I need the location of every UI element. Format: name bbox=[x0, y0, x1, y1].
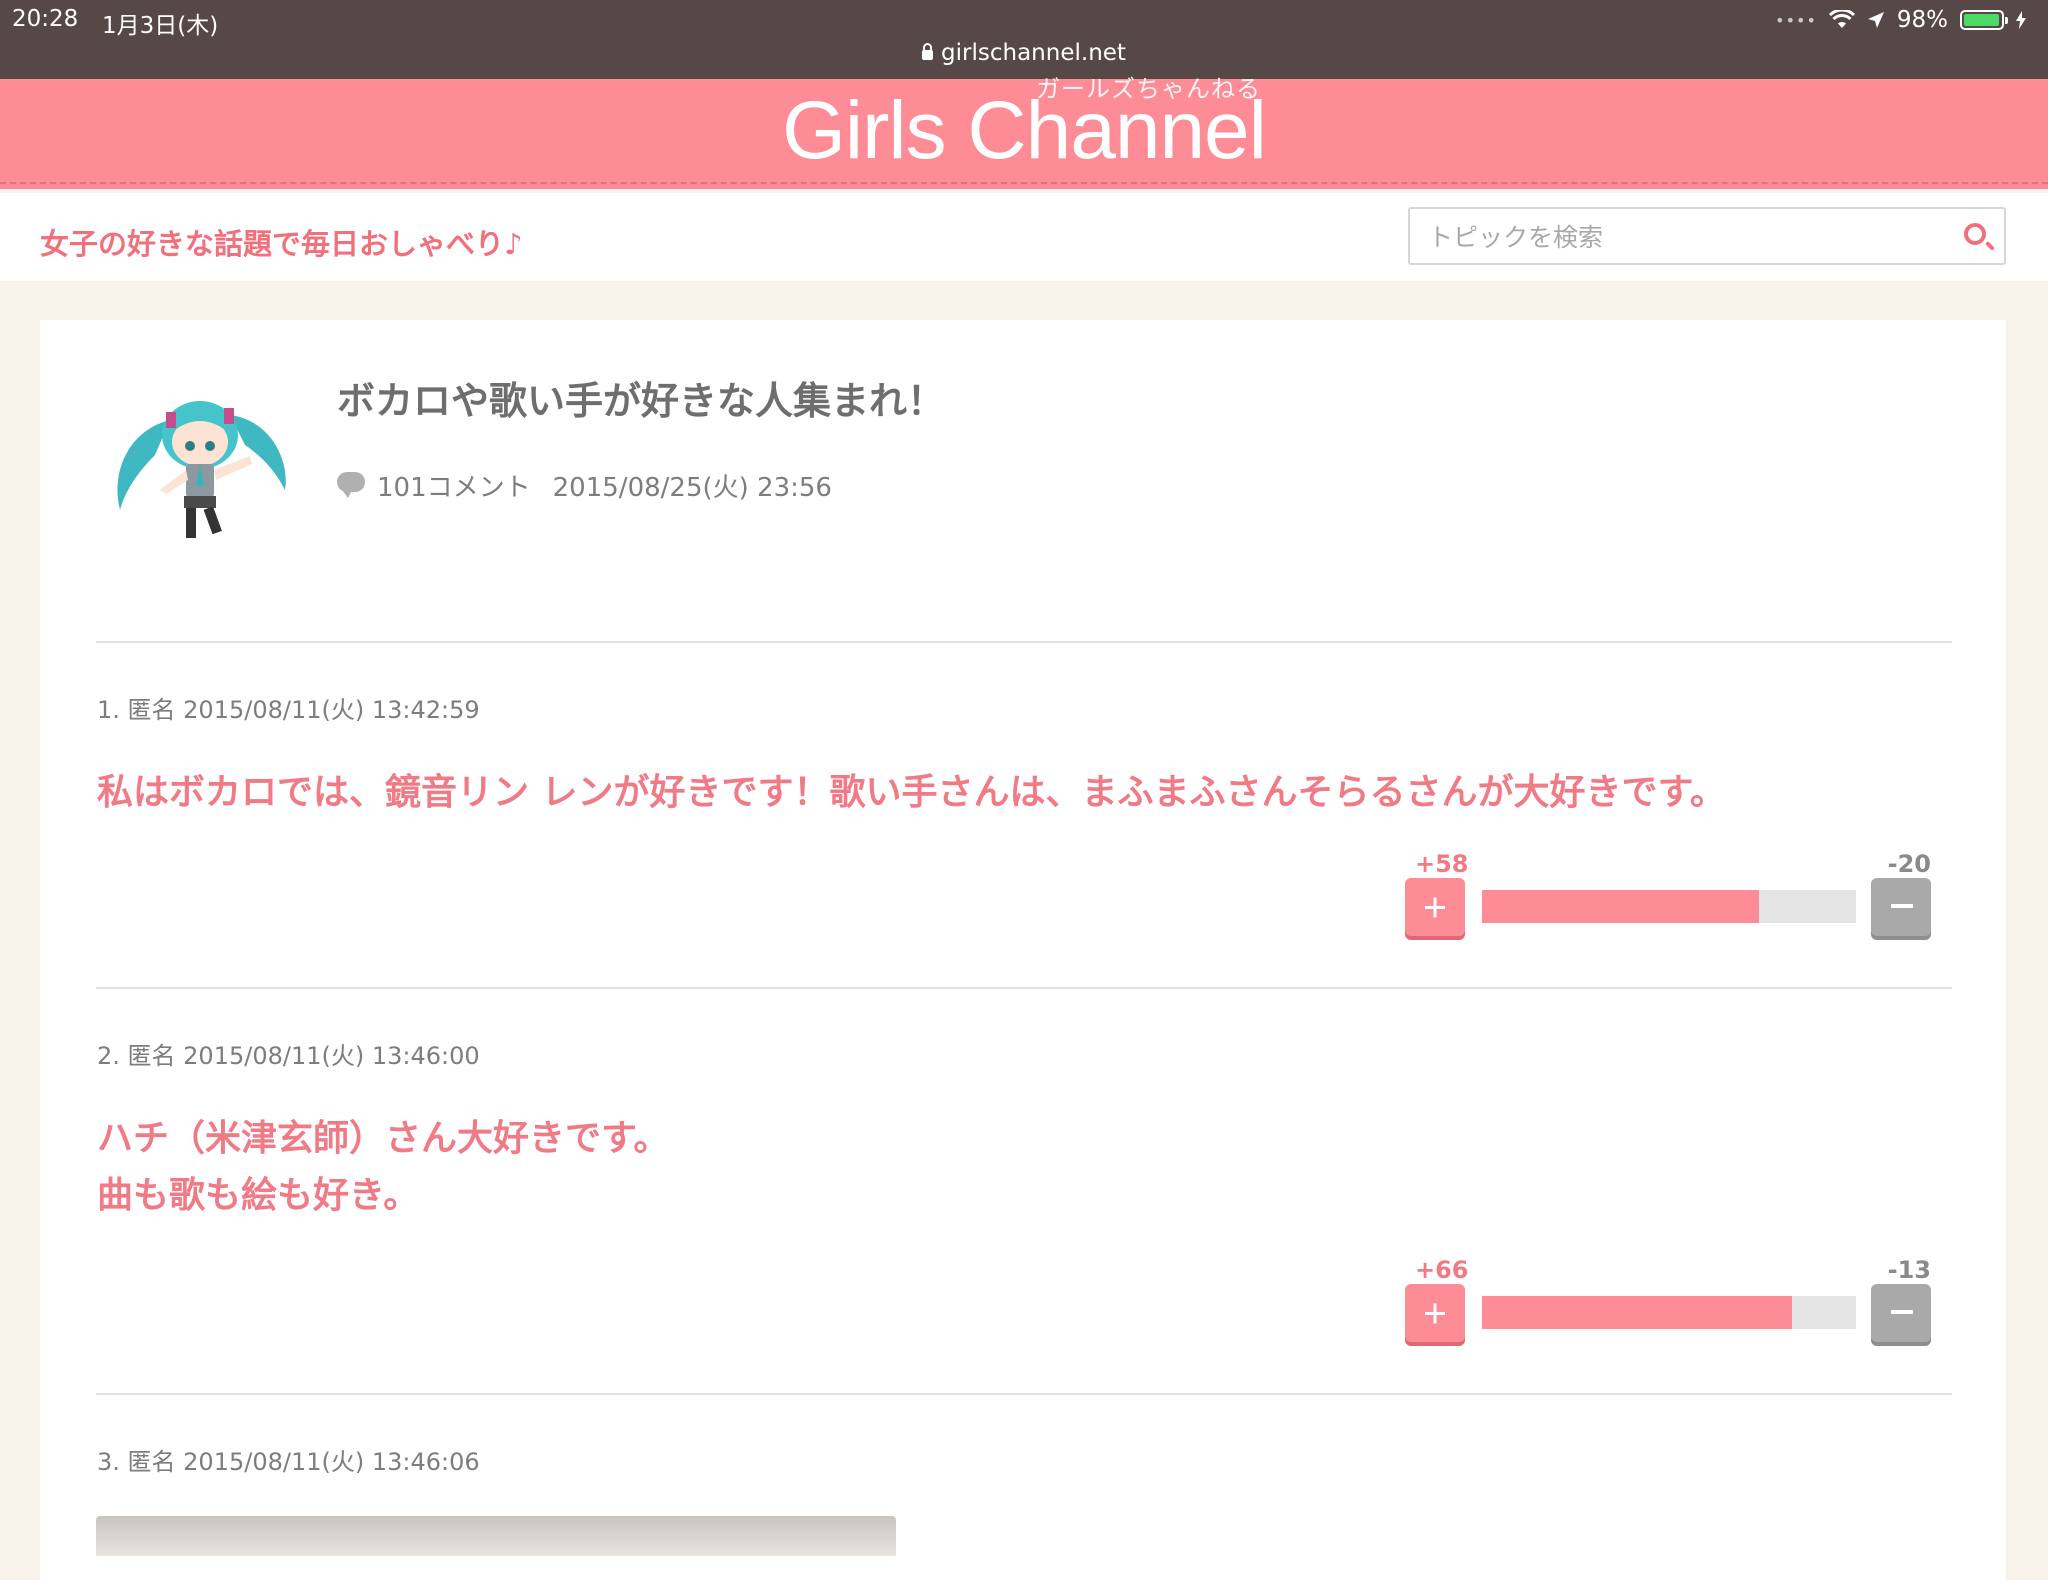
charging-bolt-icon bbox=[2016, 11, 2026, 29]
comment-header: 2. 匿名 2015/08/11(火) 13:46:00 bbox=[97, 1042, 480, 1070]
vote-widget: +58 -20 bbox=[1405, 850, 1931, 950]
comment-line: ハチ（米津玄師）さん大好きです。 bbox=[97, 1118, 670, 1159]
search-icon[interactable] bbox=[1964, 223, 1986, 245]
comment-line: 私はボカロでは、鏡音リン レンが好きです！歌い手さんは、まふまふさんそらるさんが… bbox=[97, 772, 1726, 813]
comment-header: 3. 匿名 2015/08/11(火) 13:46:06 bbox=[97, 1448, 480, 1476]
cellular-signal-icon: •••• bbox=[1775, 10, 1817, 30]
plus-icon[interactable] bbox=[1405, 878, 1465, 936]
status-time: 20:28 bbox=[12, 6, 79, 32]
tagline-bar: 女子の好きな話題で毎日おしゃべり♪ bbox=[0, 193, 2048, 281]
comment-line: 曲も歌も絵も好き。 bbox=[97, 1175, 420, 1216]
address-bar[interactable]: girlschannel.net bbox=[0, 40, 2048, 66]
vote-ratio-bar bbox=[1482, 1296, 1856, 1329]
minus-icon[interactable] bbox=[1871, 878, 1931, 936]
comment-header: 1. 匿名 2015/08/11(火) 13:42:59 bbox=[97, 696, 480, 724]
topic-thumbnail[interactable] bbox=[100, 360, 300, 560]
topic-title: ボカロや歌い手が好きな人集まれ！ bbox=[337, 379, 946, 423]
plus-count: +58 bbox=[1415, 850, 1469, 878]
vote-ratio-bar bbox=[1482, 890, 1856, 923]
plus-icon[interactable] bbox=[1405, 1284, 1465, 1342]
vote-widget: +66 -13 bbox=[1405, 1256, 1931, 1356]
search-box bbox=[1408, 207, 2006, 265]
divider bbox=[96, 641, 1952, 643]
plus-count: +66 bbox=[1415, 1256, 1469, 1284]
speech-bubble-icon bbox=[337, 471, 365, 498]
status-bar: 20:28 1月3日(木) •••• 98% girlschannel.net bbox=[0, 0, 2048, 79]
topic-meta: 101コメント 2015/08/25(火) 23:56 bbox=[337, 467, 832, 504]
minus-count: -13 bbox=[1887, 1256, 1931, 1284]
comment-body: ハチ（米津玄師）さん大好きです。 曲も歌も絵も好き。 bbox=[97, 1110, 669, 1224]
status-indicators: •••• 98% bbox=[1775, 5, 2026, 35]
comment-image[interactable] bbox=[96, 1516, 896, 1556]
minus-count: -20 bbox=[1887, 850, 1931, 878]
comment-count[interactable]: 101コメント bbox=[377, 467, 531, 504]
wifi-icon bbox=[1828, 10, 1855, 28]
battery-icon bbox=[1960, 10, 2008, 30]
logo-text: Girls Channel bbox=[782, 85, 1267, 176]
search-input[interactable] bbox=[1426, 219, 1930, 255]
divider bbox=[96, 987, 1952, 989]
topic-date: 2015/08/25(火) 23:56 bbox=[552, 473, 832, 503]
minus-icon[interactable] bbox=[1871, 1284, 1931, 1342]
battery-percent: 98% bbox=[1896, 7, 1948, 33]
site-logo[interactable]: Girls Channel bbox=[0, 88, 2048, 174]
lock-icon bbox=[922, 43, 934, 60]
location-arrow-icon bbox=[1867, 12, 1884, 28]
divider bbox=[96, 1393, 1952, 1395]
tagline: 女子の好きな話題で毎日おしゃべり♪ bbox=[40, 227, 523, 261]
comment-body: 私はボカロでは、鏡音リン レンが好きです！歌い手さんは、まふまふさんそらるさんが… bbox=[97, 764, 1726, 821]
url-text: girlschannel.net bbox=[941, 40, 1126, 66]
status-date: 1月3日(木) bbox=[102, 13, 219, 39]
topic-card: ボカロや歌い手が好きな人集まれ！ 101コメント 2015/08/25(火) 2… bbox=[40, 320, 2006, 1580]
